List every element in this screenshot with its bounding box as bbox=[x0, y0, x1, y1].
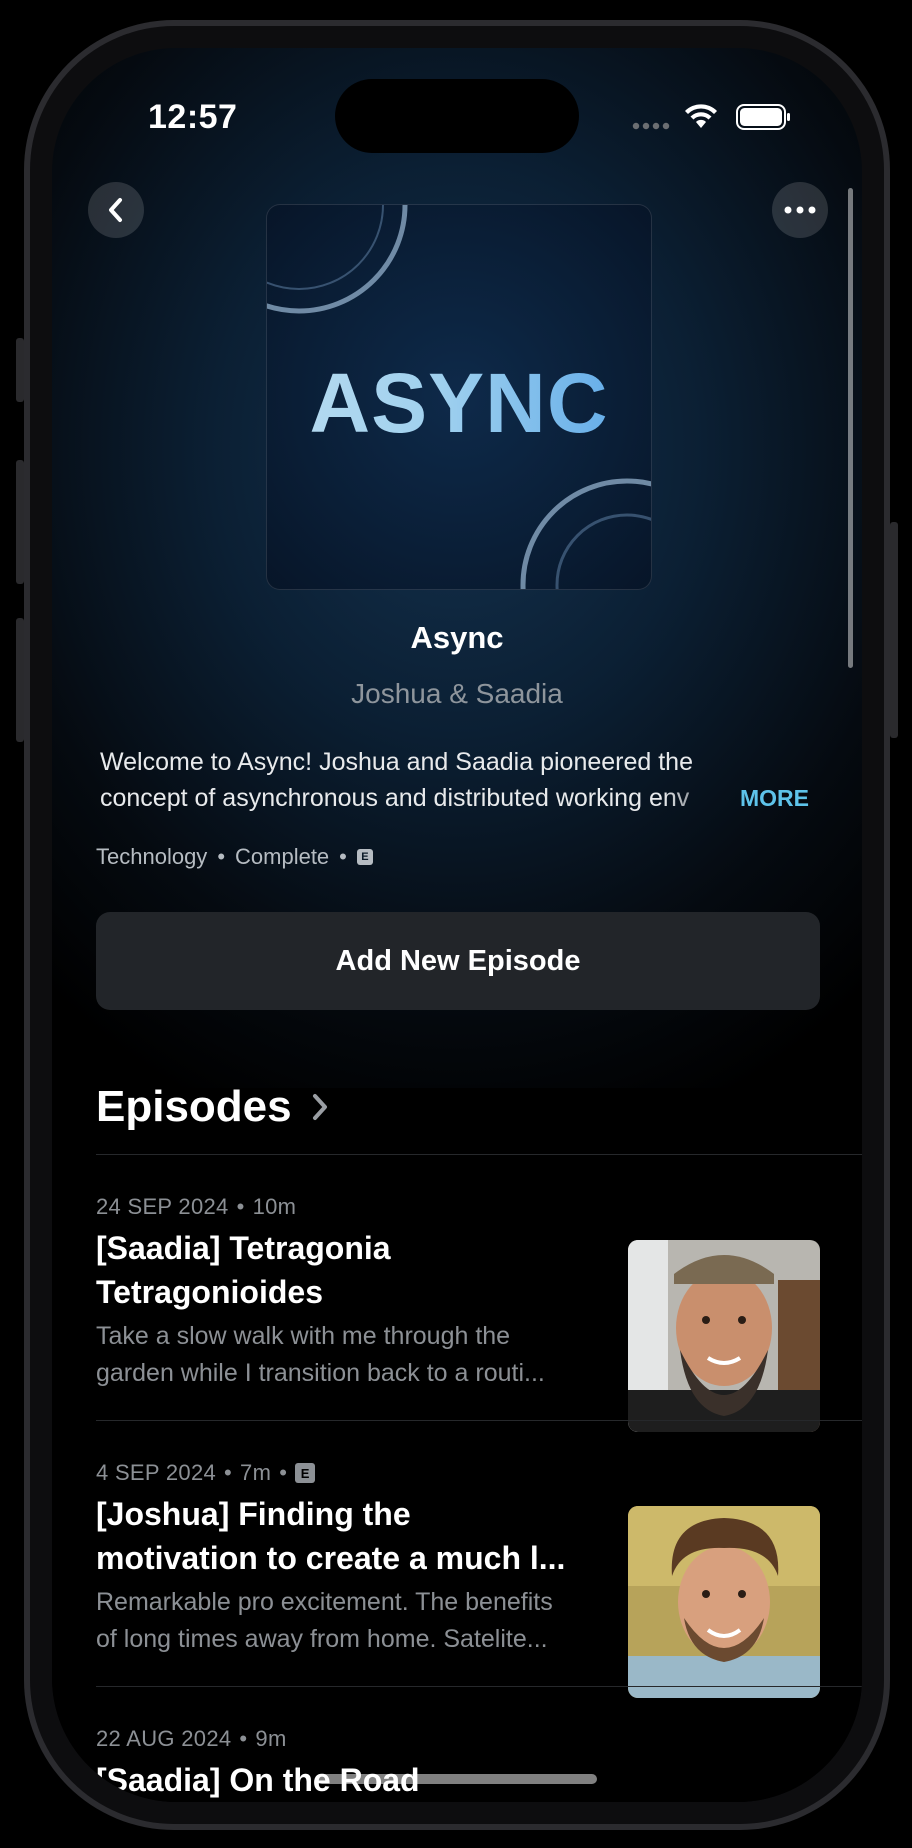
episodes-heading: Episodes bbox=[96, 1082, 292, 1131]
episode-title-line-1: [Saadia] Tetragonia bbox=[96, 1230, 391, 1266]
screen: 12:57 ASYNC Async Joshua & Saadia Welcom… bbox=[52, 48, 862, 1802]
date-separator: • bbox=[279, 1460, 288, 1485]
chevron-right-icon bbox=[312, 1094, 327, 1120]
more-options-button[interactable] bbox=[772, 182, 828, 238]
date-separator: • bbox=[224, 1460, 233, 1485]
meta-separator: • bbox=[339, 844, 347, 869]
side-button-silent bbox=[16, 338, 24, 402]
podcast-artwork: ASYNC bbox=[266, 204, 652, 590]
explicit-badge: E bbox=[295, 1463, 316, 1483]
episode-title-line-2: motivation to create a much l... bbox=[96, 1540, 566, 1576]
date-separator: • bbox=[236, 1194, 245, 1219]
episode-date-line: 4 SEP 2024 • 7m • E bbox=[96, 1460, 316, 1486]
episode-duration: 9m bbox=[255, 1726, 287, 1751]
episode-date-line: 22 AUG 2024 • 9m bbox=[96, 1726, 287, 1752]
status-label: Complete bbox=[235, 844, 330, 869]
divider bbox=[96, 1686, 862, 1687]
podcast-description[interactable]: Welcome to Async! Joshua and Saadia pion… bbox=[100, 744, 814, 816]
podcast-title: Async bbox=[410, 620, 504, 655]
episode-date: 22 AUG 2024 bbox=[96, 1726, 232, 1751]
description-line-2: concept of asynchronous and distributed … bbox=[100, 780, 814, 816]
meta-separator: • bbox=[217, 844, 226, 869]
add-new-episode-button[interactable]: Add New Episode bbox=[96, 912, 820, 1010]
ellipsis-icon bbox=[784, 206, 816, 214]
episode-duration: 10m bbox=[252, 1194, 297, 1219]
episode-thumbnail bbox=[628, 1240, 820, 1432]
episode-row-3[interactable]: 22 AUG 2024 • 9m [Saadia] On the Road bbox=[52, 1690, 862, 1802]
back-button[interactable] bbox=[88, 182, 144, 238]
signal-icon bbox=[632, 118, 672, 136]
scrollbar[interactable] bbox=[848, 188, 853, 668]
dynamic-island bbox=[335, 79, 579, 153]
episode-thumbnail bbox=[628, 1506, 820, 1698]
episode-description: Take a slow walk with me through the gar… bbox=[96, 1318, 596, 1392]
episode-title: [Saadia] Tetragonia Tetragonioides bbox=[96, 1226, 596, 1314]
category-label[interactable]: Technology bbox=[96, 844, 207, 870]
status-time: 12:57 bbox=[148, 98, 238, 136]
episode-title-line-2: Tetragonioides bbox=[96, 1274, 323, 1310]
avatar-saadia-image bbox=[628, 1240, 820, 1432]
episode-date: 24 SEP 2024 bbox=[96, 1194, 229, 1219]
divider bbox=[96, 1154, 862, 1155]
divider bbox=[96, 1420, 862, 1421]
podcast-meta: Technology • Complete • E bbox=[96, 844, 373, 870]
side-button-power bbox=[890, 522, 898, 738]
episode-desc-line-1: Remarkable pro excitement. The benefits bbox=[96, 1588, 553, 1616]
home-indicator[interactable] bbox=[317, 1774, 597, 1784]
chevron-left-icon bbox=[109, 198, 122, 222]
episode-row-1[interactable]: 24 SEP 2024 • 10m [Saadia] Tetragonia Te… bbox=[52, 1158, 862, 1468]
more-link[interactable]: MORE bbox=[740, 780, 809, 816]
explicit-badge: E bbox=[356, 849, 373, 865]
side-button-volume-up bbox=[16, 460, 24, 584]
episode-duration: 7m bbox=[240, 1460, 272, 1485]
episode-title: [Joshua] Finding the motivation to creat… bbox=[96, 1492, 596, 1580]
episodes-header[interactable]: Episodes bbox=[96, 1082, 330, 1132]
episode-row-2[interactable]: 4 SEP 2024 • 7m • E [Joshua] Finding the… bbox=[52, 1424, 862, 1698]
description-line-2-text: concept of asynchronous and distributed … bbox=[100, 784, 690, 812]
episode-date: 4 SEP 2024 bbox=[96, 1460, 217, 1485]
avatar-joshua-image bbox=[628, 1506, 820, 1698]
episode-date-line: 24 SEP 2024 • 10m bbox=[96, 1194, 296, 1220]
podcast-author[interactable]: Joshua & Saadia bbox=[52, 678, 862, 710]
episode-desc-line-2: garden while I transition back to a rout… bbox=[96, 1359, 545, 1387]
episode-desc-line-2: of long times away from home. Satelite..… bbox=[96, 1625, 548, 1653]
wifi-icon bbox=[684, 104, 718, 135]
episode-title-line-1: [Joshua] Finding the bbox=[96, 1496, 411, 1532]
date-separator: • bbox=[239, 1726, 248, 1751]
battery-icon bbox=[736, 104, 792, 135]
artwork-title: ASYNC bbox=[267, 355, 651, 452]
episode-desc-line-1: Take a slow walk with me through the bbox=[96, 1322, 511, 1350]
episode-description: Remarkable pro excitement. The benefits … bbox=[96, 1584, 596, 1658]
description-line-1: Welcome to Async! Joshua and Saadia pion… bbox=[100, 748, 693, 776]
side-button-volume-down bbox=[16, 618, 24, 742]
